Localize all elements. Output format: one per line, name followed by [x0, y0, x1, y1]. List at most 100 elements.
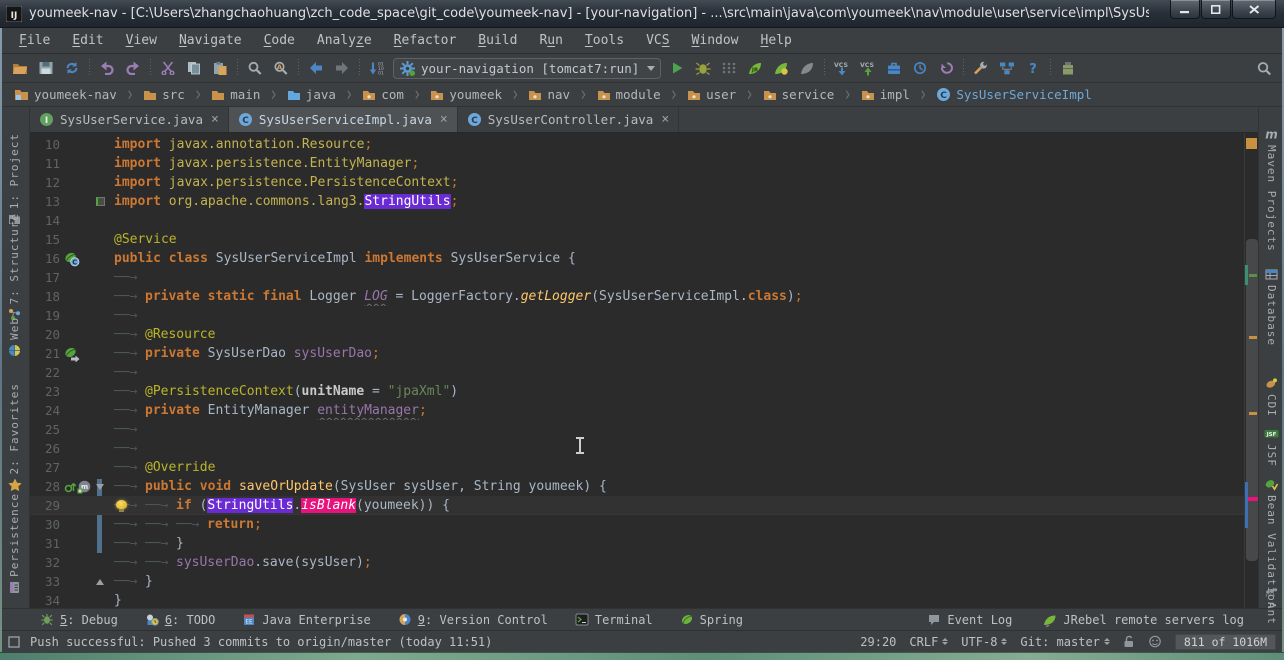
cut-button[interactable]: [156, 56, 180, 80]
breadcrumb-item-module[interactable]: module: [595, 87, 663, 102]
menu-build[interactable]: Build: [467, 28, 528, 54]
code-line[interactable]: }: [106, 591, 1244, 610]
menu-vcs[interactable]: VCS: [635, 28, 680, 54]
replace-button[interactable]: A: [269, 56, 293, 80]
tool-window-button-7-structure[interactable]: 7: Structure: [0, 213, 29, 321]
code-line[interactable]: ──→}: [106, 572, 1244, 591]
code-line[interactable]: ──→: [106, 363, 1244, 382]
line-number[interactable]: 30: [30, 517, 60, 532]
menu-help[interactable]: Help: [750, 28, 803, 54]
intention-bulb-icon[interactable]: [116, 500, 127, 509]
back-button[interactable]: [304, 56, 328, 80]
git-branch-selector[interactable]: Git: master: [1020, 635, 1109, 649]
tool-window-button-2-favorites[interactable]: 2: Favorites: [0, 383, 29, 491]
code-line[interactable]: ──→: [106, 439, 1244, 458]
code-line[interactable]: @Service: [106, 230, 1244, 249]
fold-marker-icon[interactable]: [96, 579, 104, 585]
stripe-mark-change[interactable]: [1245, 482, 1248, 528]
line-number[interactable]: 15: [30, 232, 60, 247]
encoding-selector[interactable]: UTF-8: [961, 635, 1007, 649]
menu-tools[interactable]: Tools: [574, 28, 635, 54]
tool-window-button-terminal[interactable]: Terminal: [575, 613, 653, 627]
line-number[interactable]: 19: [30, 308, 60, 323]
breadcrumb-item-sysuserserviceimpl[interactable]: CSysUserServiceImpl: [934, 87, 1093, 102]
code-line[interactable]: import javax.persistence.PersistenceCont…: [106, 173, 1244, 192]
tool-window-button-maven-projects[interactable]: mMaven Projects: [1259, 128, 1284, 252]
breadcrumb-item-youmeek-nav[interactable]: youmeek-nav: [12, 87, 119, 102]
tool-window-button-persistence[interactable]: Persistence: [0, 493, 29, 594]
tool-window-button-1-project[interactable]: 1: Project: [0, 133, 29, 225]
code-line[interactable]: ──→──→sysUserDao.save(sysUser);: [106, 553, 1244, 572]
fold-marker-icon[interactable]: [96, 197, 105, 206]
line-number[interactable]: 27: [30, 460, 60, 475]
breadcrumb-item-impl[interactable]: impl: [859, 87, 912, 102]
close-button[interactable]: [1232, 0, 1276, 19]
code-line[interactable]: ──→──→}: [106, 534, 1244, 553]
line-number[interactable]: 18: [30, 289, 60, 304]
breadcrumb-item-main[interactable]: main: [209, 87, 262, 102]
line-number[interactable]: 34: [30, 593, 60, 608]
code-line[interactable]: ──→@Resource: [106, 325, 1244, 344]
code-line[interactable]: ──→: [106, 420, 1244, 439]
code-line[interactable]: ──→: [106, 268, 1244, 287]
run-configuration-selector[interactable]: your-navigation [tomcat7:run]: [393, 58, 661, 79]
line-number[interactable]: 12: [30, 175, 60, 190]
tool-window-button-cdi[interactable]: CDI: [1259, 377, 1284, 417]
minimize-button[interactable]: [1170, 0, 1200, 19]
help-button[interactable]: ?: [1021, 56, 1045, 80]
line-number[interactable]: 16: [30, 251, 60, 266]
editor-tab-sysusercontroller-java[interactable]: CSysUserController.java×: [458, 107, 679, 132]
code-line[interactable]: ──→private static final Logger LOG = Log…: [106, 287, 1244, 306]
code-line[interactable]: import org.apache.commons.lang3.StringUt…: [106, 192, 1244, 211]
breadcrumb-item-user[interactable]: user: [685, 87, 738, 102]
jrebel-debug-button[interactable]: [769, 56, 793, 80]
line-number[interactable]: 21: [30, 346, 60, 361]
vcs-down-button[interactable]: VCS: [830, 56, 854, 80]
line-number[interactable]: 29: [30, 498, 60, 513]
line-number[interactable]: 24: [30, 403, 60, 418]
history-button[interactable]: [908, 56, 932, 80]
hector-inspections-icon[interactable]: [1148, 635, 1162, 648]
coverage-button[interactable]: [717, 56, 741, 80]
vcs-up-button[interactable]: VCS: [856, 56, 880, 80]
override-icon[interactable]: [64, 480, 76, 494]
menu-window[interactable]: Window: [681, 28, 750, 54]
breadcrumb-item-src[interactable]: src: [141, 87, 187, 102]
line-number[interactable]: 33: [30, 574, 60, 589]
breadcrumb-item-service[interactable]: service: [761, 87, 837, 102]
structure-button[interactable]: [995, 56, 1019, 80]
stripe-mark-usage[interactable]: [1248, 497, 1258, 501]
line-number[interactable]: 11: [30, 156, 60, 171]
stripe-mark-change[interactable]: [1245, 265, 1248, 285]
tool-window-button-5-debug[interactable]: 5: Debug: [40, 613, 118, 627]
menu-code[interactable]: Code: [253, 28, 306, 54]
save-button[interactable]: [34, 56, 58, 80]
settings-button[interactable]: [969, 56, 993, 80]
editor-tab-sysuserservice-java[interactable]: ISysUserService.java×: [30, 107, 229, 132]
menu-analyze[interactable]: Analyze: [306, 28, 383, 54]
close-tab-icon[interactable]: ×: [440, 112, 448, 127]
line-number[interactable]: 17: [30, 270, 60, 285]
breadcrumb-item-nav[interactable]: nav: [526, 87, 572, 102]
line-number[interactable]: 14: [30, 213, 60, 228]
open-folder-button[interactable]: [8, 56, 32, 80]
menu-navigate[interactable]: Navigate: [168, 28, 253, 54]
line-order-button[interactable]: 011001: [365, 56, 389, 80]
plugin-button[interactable]: [1056, 56, 1080, 80]
spring-bean-icon[interactable]: C: [64, 251, 80, 267]
menu-edit[interactable]: Edit: [61, 28, 114, 54]
paste-button[interactable]: [208, 56, 232, 80]
tool-window-button-spring[interactable]: Spring: [680, 613, 743, 627]
menu-file[interactable]: File: [8, 28, 61, 54]
line-number[interactable]: 28: [30, 479, 60, 494]
tool-window-button-event-log[interactable]: Event Log: [927, 613, 1012, 627]
editor-tab-sysuserserviceimpl-java[interactable]: CSysUserServiceImpl.java×: [229, 107, 458, 132]
menu-run[interactable]: Run: [528, 28, 573, 54]
code-line[interactable]: ──→@PersistenceContext(unitName = "jpaXm…: [106, 382, 1244, 401]
line-number[interactable]: 13: [30, 194, 60, 209]
sync-button[interactable]: [60, 56, 84, 80]
undo-button[interactable]: [95, 56, 119, 80]
code-line[interactable]: ──→──→if (StringUtils.isBlank(youmeek)) …: [106, 496, 1244, 515]
line-number[interactable]: 26: [30, 441, 60, 456]
debug-tb-button[interactable]: [691, 56, 715, 80]
